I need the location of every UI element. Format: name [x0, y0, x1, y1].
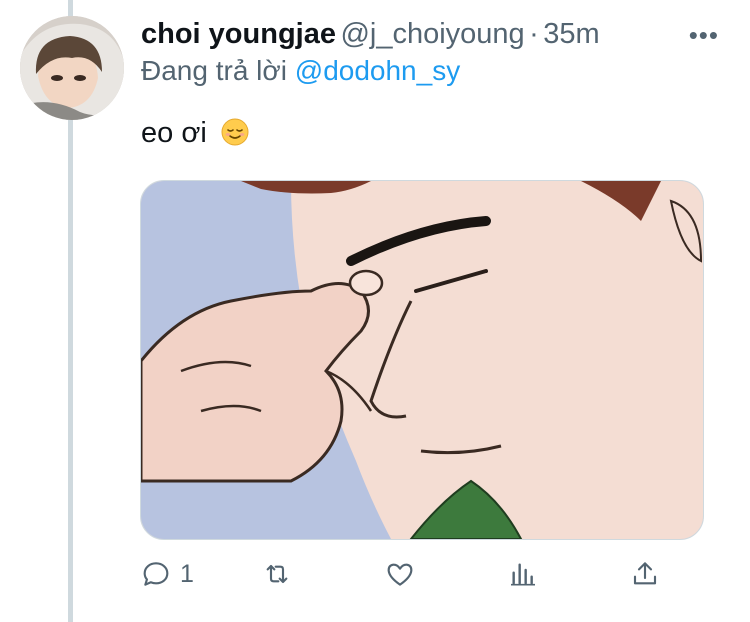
- share-button[interactable]: [629, 556, 661, 592]
- tweet-body: eo ơi: [141, 117, 207, 149]
- relieved-face-emoji-icon: [221, 118, 249, 146]
- timestamp[interactable]: 35m: [543, 18, 599, 50]
- retweet-icon: [266, 564, 288, 584]
- more-options-icon[interactable]: •••: [689, 20, 719, 51]
- tweet-header: choi youngjae @j_choiyoung · 35m •••: [141, 18, 731, 58]
- retweet-button[interactable]: [261, 556, 293, 592]
- reply-icon: [143, 562, 169, 586]
- avatar-image: [20, 16, 124, 120]
- like-button[interactable]: [384, 556, 416, 592]
- reply-mention-link[interactable]: @dodohn_sy: [295, 55, 460, 86]
- user-handle[interactable]: @j_choiyoung: [340, 18, 524, 50]
- avatar[interactable]: [20, 16, 124, 120]
- tweet-media-image[interactable]: [140, 180, 704, 540]
- reply-count: 1: [180, 559, 194, 588]
- separator-dot: ·: [529, 18, 539, 50]
- share-icon: [633, 562, 657, 585]
- analytics-button[interactable]: [507, 556, 539, 592]
- reply-button[interactable]: 1: [140, 556, 194, 592]
- like-icon: [387, 563, 413, 586]
- reply-context: Đang trả lời @dodohn_sy: [141, 55, 460, 87]
- reply-prefix: Đang trả lời: [141, 55, 287, 86]
- facepalm-illustration: [141, 181, 703, 539]
- analytics-icon: [511, 563, 535, 586]
- tweet-actions: 1: [140, 556, 720, 596]
- display-name[interactable]: choi youngjae: [141, 18, 336, 50]
- tweet-text: eo ơi: [141, 117, 249, 150]
